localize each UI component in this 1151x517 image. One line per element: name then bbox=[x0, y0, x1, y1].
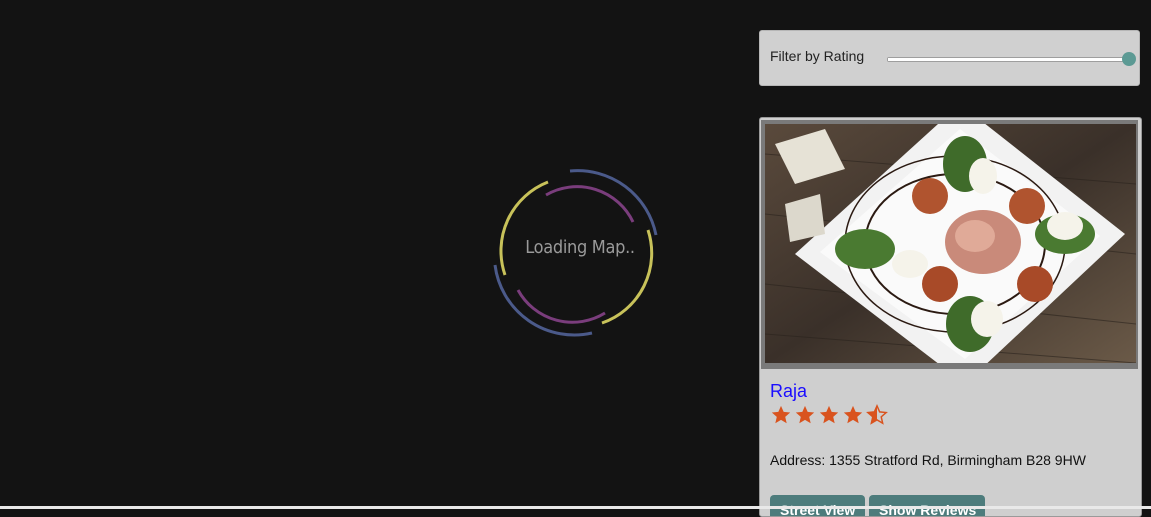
star-full-icon bbox=[843, 405, 863, 424]
map-area[interactable]: Loading Map.. bbox=[0, 0, 750, 509]
star-full-icon bbox=[771, 405, 791, 424]
star-full-icon bbox=[819, 405, 839, 424]
star-full-icon bbox=[795, 405, 815, 424]
rating-slider-fill bbox=[888, 58, 1130, 61]
restaurant-card: Raja Address: 1355 Stratford Rd, Birming… bbox=[759, 117, 1142, 517]
restaurant-name-link[interactable]: Raja bbox=[770, 381, 807, 402]
loading-map-text: Loading Map.. bbox=[525, 237, 635, 258]
rating-slider-track[interactable] bbox=[887, 57, 1131, 62]
restaurant-photo bbox=[761, 120, 1138, 369]
food-photo-icon bbox=[765, 124, 1136, 363]
filter-label: Filter by Rating bbox=[770, 48, 865, 64]
rating-slider-thumb[interactable] bbox=[1122, 52, 1136, 66]
map-loading-spinner: Loading Map.. bbox=[490, 165, 660, 340]
star-half-icon bbox=[866, 404, 888, 425]
restaurant-address: Address: 1355 Stratford Rd, Birmingham B… bbox=[770, 452, 1086, 468]
rating-filter-panel: Filter by Rating bbox=[759, 30, 1140, 86]
star-rating bbox=[770, 404, 888, 426]
